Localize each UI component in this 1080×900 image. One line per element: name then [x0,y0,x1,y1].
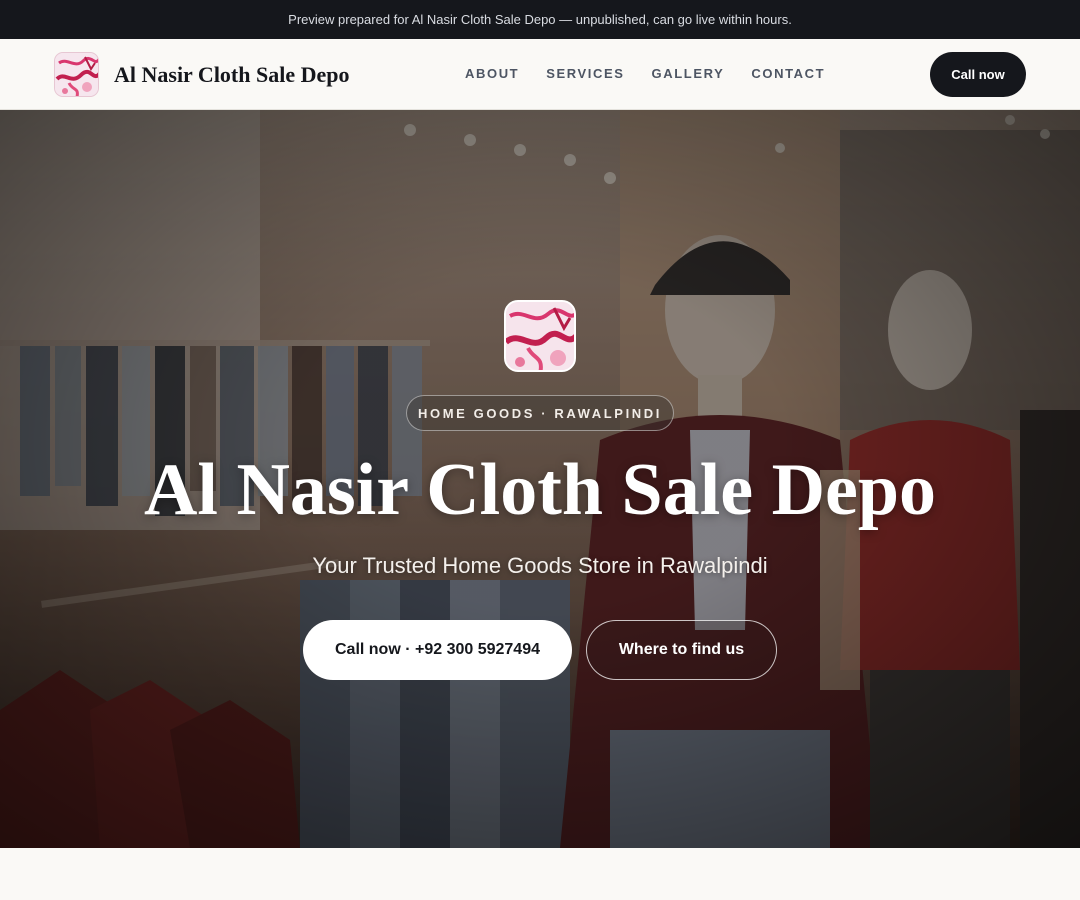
nav-services[interactable]: SERVICES [546,66,624,81]
nav-gallery[interactable]: GALLERY [652,66,725,81]
brand-name: Al Nasir Cloth Sale Depo [114,61,350,87]
hero-subtitle: Your Trusted Home Goods Store in Rawalpi… [312,553,768,578]
hero-call-button[interactable]: Call now · +92 300 5927494 [303,620,572,680]
preview-banner-text: Preview prepared for Al Nasir Cloth Sale… [288,12,792,27]
header-call-button[interactable]: Call now [930,52,1026,97]
nav-contact[interactable]: CONTACT [751,66,825,81]
nav-about[interactable]: ABOUT [465,66,519,81]
hero-content: HOME GOODS · RAWALPINDI Al Nasir Cloth S… [0,110,1080,848]
hero: HOME GOODS · RAWALPINDI Al Nasir Cloth S… [0,110,1080,848]
category-location-badge: HOME GOODS · RAWALPINDI [406,395,674,431]
brand[interactable]: Al Nasir Cloth Sale Depo [54,52,350,97]
main-nav: ABOUT SERVICES GALLERY CONTACT [465,66,825,81]
next-section [0,848,1080,900]
hero-logo-icon [504,300,576,372]
preview-banner: Preview prepared for Al Nasir Cloth Sale… [0,0,1080,39]
where-to-find-us-button[interactable]: Where to find us [586,620,777,680]
site-header: Al Nasir Cloth Sale Depo ABOUT SERVICES … [0,39,1080,110]
hero-title: Al Nasir Cloth Sale Depo [143,449,937,531]
brand-logo-icon [54,52,99,97]
